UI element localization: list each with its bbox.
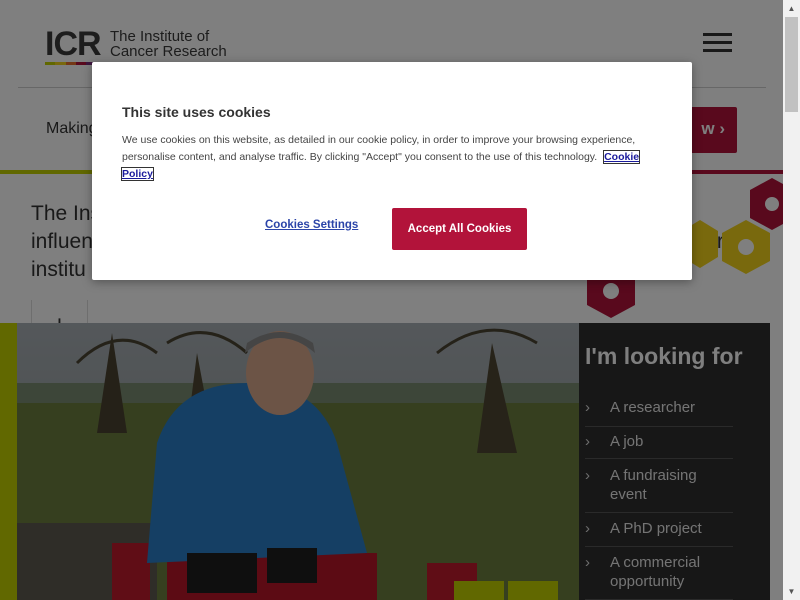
scroll-down-arrow-icon[interactable]: ▼ — [783, 583, 800, 600]
cookie-dialog-text: We use cookies on this website, as detai… — [122, 134, 636, 163]
scroll-up-arrow-icon[interactable]: ▲ — [783, 0, 800, 17]
cookie-dialog-body: We use cookies on this website, as detai… — [120, 132, 647, 183]
cookie-dialog-title: This site uses cookies — [122, 104, 271, 120]
cookies-settings-button[interactable]: Cookies Settings — [265, 219, 358, 231]
cookie-consent-dialog: This site uses cookies We use cookies on… — [92, 62, 692, 280]
accept-all-cookies-button[interactable]: Accept All Cookies — [392, 208, 527, 250]
vertical-scrollbar[interactable]: ▲ ▼ — [783, 0, 800, 600]
page: ICR The Institute of Cancer Research Mak… — [0, 0, 783, 600]
scrollbar-thumb[interactable] — [785, 17, 798, 112]
